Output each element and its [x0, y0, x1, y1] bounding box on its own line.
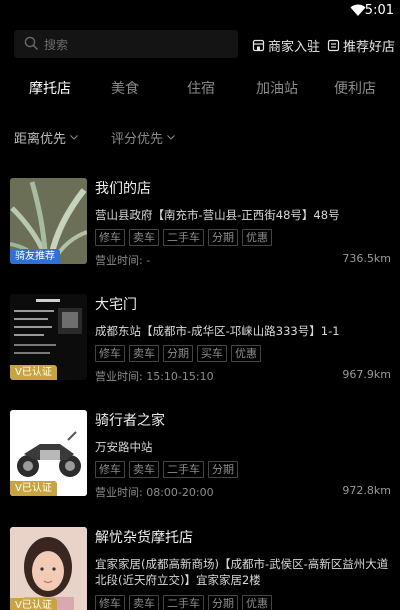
recommend-icon	[327, 39, 340, 52]
tab-gas-station[interactable]: 加油站	[256, 78, 298, 98]
business-hours: 营业时间: 08:00-20:00	[95, 486, 214, 499]
service-tags: 修车 卖车 二手车 分期	[95, 461, 238, 478]
service-tag: 卖车	[129, 345, 159, 362]
shop-distance: 736.5km	[342, 252, 391, 265]
store-icon	[252, 39, 265, 52]
service-tag: 二手车	[163, 595, 204, 610]
shop-name: 我们的店	[95, 181, 151, 197]
category-tabs: 摩托店 美食 住宿 加油站 便利店	[0, 78, 400, 100]
shop-photo: V已认证	[10, 410, 87, 496]
business-hours: 营业时间: -	[95, 254, 151, 267]
tab-motorcycle-shop[interactable]: 摩托店	[29, 78, 71, 98]
service-tag: 分期	[208, 229, 238, 246]
sort-distance-dropdown[interactable]: 距离优先	[14, 128, 78, 147]
sort-filters: 距离优先 评分优先	[0, 128, 400, 148]
sort-distance-label: 距离优先	[14, 132, 67, 147]
merchant-join-button[interactable]: 商家入驻	[252, 36, 320, 55]
shop-photo: V已认证	[10, 294, 87, 380]
wifi-icon	[350, 4, 366, 16]
tab-food[interactable]: 美食	[111, 78, 139, 98]
service-tag: 修车	[95, 595, 125, 610]
service-tag: 修车	[95, 229, 125, 246]
service-tag: 修车	[95, 345, 125, 362]
chevron-down-icon	[70, 135, 78, 140]
shop-name: 大宅门	[95, 297, 137, 313]
service-tag: 优惠	[242, 595, 272, 610]
shop-card[interactable]: V已认证 解忧杂货摩托店 宜家家居(成都高新商场)【成都市-武侯区-高新区益州大…	[0, 527, 400, 610]
verified-badge: V已认证	[10, 598, 57, 610]
chevron-down-icon	[167, 135, 175, 140]
shop-photo: V已认证	[10, 527, 87, 610]
status-bar: 5:01	[0, 0, 400, 22]
recommend-shop-label: 推荐好店	[343, 40, 396, 55]
service-tag: 优惠	[242, 229, 272, 246]
search-icon	[24, 36, 39, 51]
service-tag: 卖车	[129, 461, 159, 478]
shop-address: 成都东站【成都市-成华区-邛崃山路333号】1-1	[95, 324, 340, 338]
business-hours: 营业时间: 15:10-15:10	[95, 370, 214, 383]
clock: 5:01	[364, 3, 394, 18]
shop-card[interactable]: 骑友推荐 我们的店 营山县政府【南充市-营山县-正西街48号】48号 修车 卖车…	[0, 178, 400, 274]
shop-photo: 骑友推荐	[10, 178, 87, 264]
service-tag: 卖车	[129, 595, 159, 610]
recommend-shop-button[interactable]: 推荐好店	[327, 36, 395, 55]
tab-convenience-store[interactable]: 便利店	[334, 78, 376, 98]
service-tag: 修车	[95, 461, 125, 478]
sort-rating-label: 评分优先	[111, 132, 164, 147]
search-input[interactable]: 搜索	[14, 30, 238, 58]
shop-address: 营山县政府【南充市-营山县-正西街48号】48号	[95, 208, 340, 222]
shop-address: 宜家家居(成都高新商场)【成都市-武侯区-高新区益州大道北段(近天府立交)】宜家…	[95, 557, 389, 587]
shop-distance: 967.9km	[342, 368, 391, 381]
service-tag: 卖车	[129, 229, 159, 246]
rider-recommend-badge: 骑友推荐	[10, 249, 60, 264]
search-placeholder: 搜索	[44, 38, 69, 52]
service-tag: 买车	[197, 345, 227, 362]
service-tag: 优惠	[231, 345, 261, 362]
service-tags: 修车 卖车 二手车 分期 优惠	[95, 229, 272, 246]
sort-rating-dropdown[interactable]: 评分优先	[111, 128, 175, 147]
tab-lodging[interactable]: 住宿	[187, 78, 215, 98]
merchant-join-label: 商家入驻	[268, 40, 321, 55]
shop-card[interactable]: V已认证 大宅门 成都东站【成都市-成华区-邛崃山路333号】1-1 修车 卖车…	[0, 294, 400, 390]
shop-distance: 972.8km	[342, 484, 391, 497]
service-tag: 二手车	[163, 229, 204, 246]
shop-name: 骑行者之家	[95, 413, 165, 429]
search-row: 搜索 商家入驻 推荐好店	[0, 30, 400, 60]
shop-name: 解忧杂货摩托店	[95, 530, 193, 546]
shop-card[interactable]: V已认证 骑行者之家 万安路中站 修车 卖车 二手车 分期 营业时间: 08:0…	[0, 410, 400, 506]
verified-badge: V已认证	[10, 365, 57, 380]
service-tags: 修车 卖车 二手车 分期 优惠	[95, 595, 272, 610]
verified-badge: V已认证	[10, 481, 57, 496]
shop-address: 万安路中站	[95, 440, 153, 454]
service-tag: 分期	[208, 461, 238, 478]
service-tag: 二手车	[163, 461, 204, 478]
service-tag: 分期	[163, 345, 193, 362]
service-tags: 修车 卖车 分期 买车 优惠	[95, 345, 261, 362]
service-tag: 分期	[208, 595, 238, 610]
